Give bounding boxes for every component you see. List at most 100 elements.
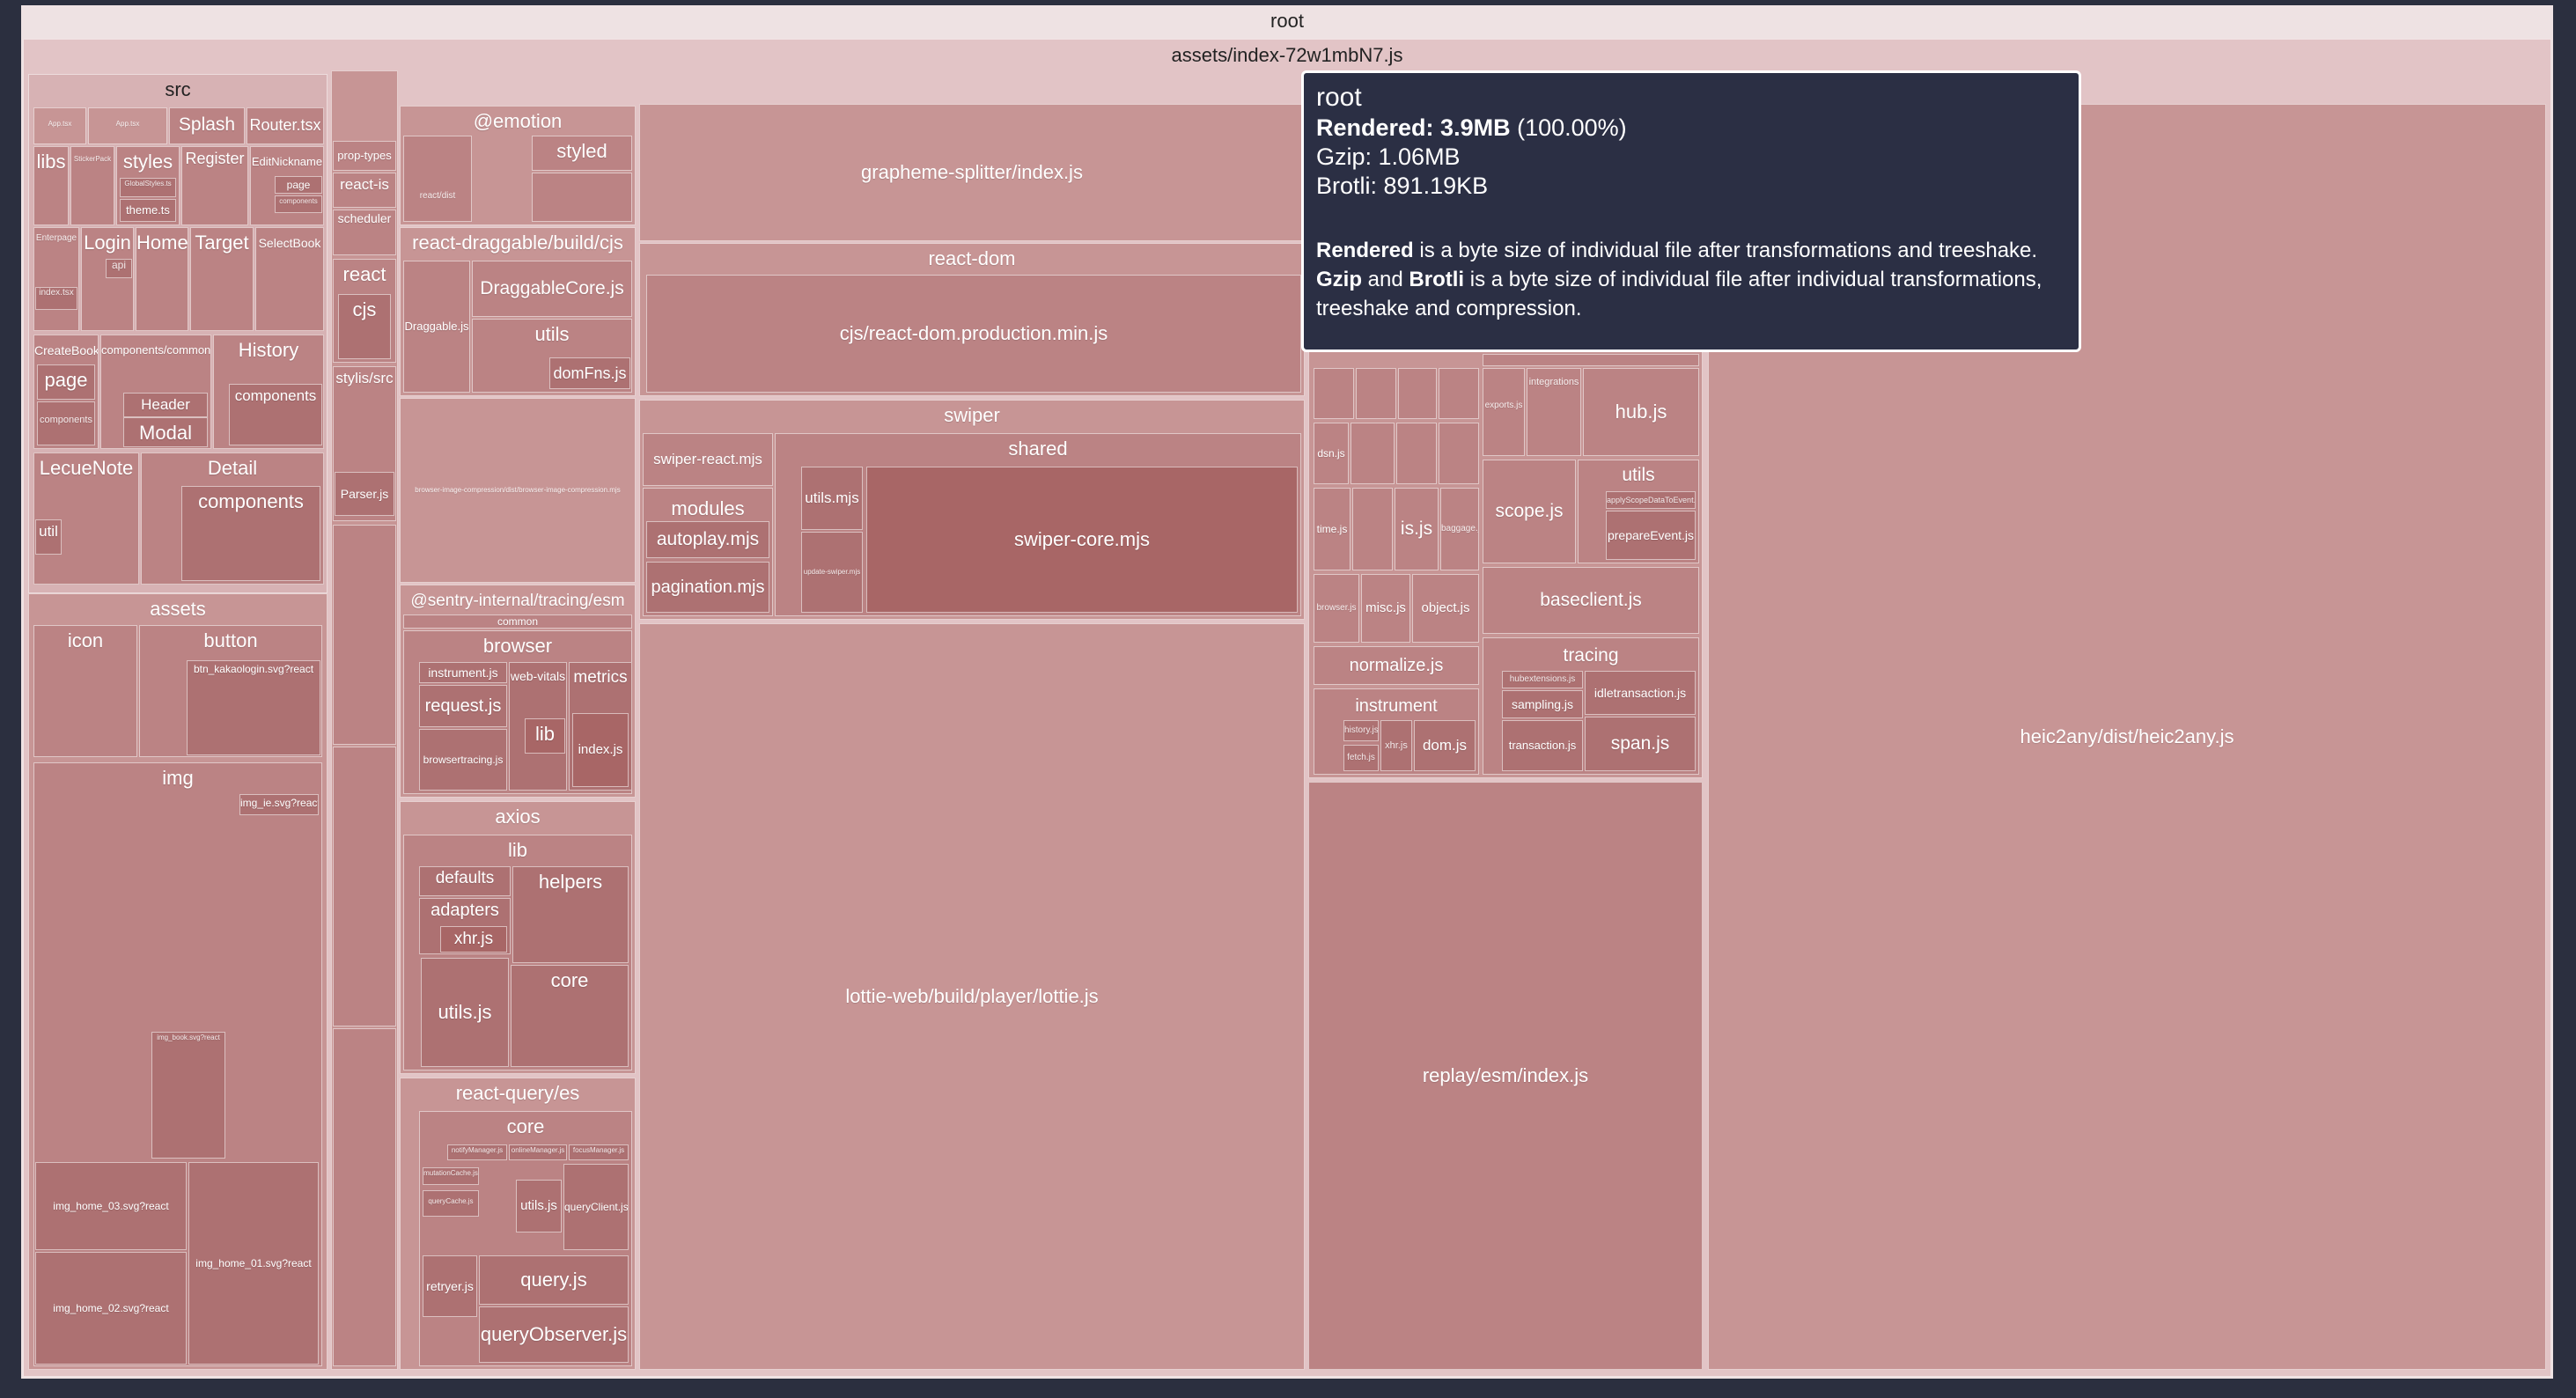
span-js[interactable]: span.js [1585,717,1696,771]
sentry-common[interactable]: common [403,614,632,629]
img-ie[interactable]: img_ie.svg?react [239,794,319,815]
request-js[interactable]: request.js [419,685,507,727]
narrow-block-2[interactable] [333,747,396,1026]
integrations[interactable]: integrations [1527,368,1581,456]
app-tsx[interactable]: App.tsx [33,107,86,144]
stickerpack[interactable]: StickerPack [70,146,114,225]
app-sub[interactable]: App.tsx [88,107,167,144]
edit-page[interactable]: page [275,176,322,194]
util[interactable]: util [35,519,62,555]
querycache[interactable]: queryCache.js [423,1190,479,1217]
createbook-page[interactable]: page [37,364,95,400]
prop-types[interactable]: prop-types [333,141,396,171]
swiper-core[interactable]: swiper-core.mjs [866,467,1298,613]
scope-js[interactable]: scope.js [1483,460,1576,563]
react-dom-production[interactable]: cjs/react-dom.production.min.js [646,275,1301,393]
misc-js[interactable]: misc.js [1361,574,1410,643]
metrics-index[interactable]: index.js [572,713,629,787]
sc-b[interactable] [1356,368,1396,419]
styled[interactable]: styled [532,136,632,171]
fetch-js[interactable]: fetch.js [1343,745,1379,771]
react-is[interactable]: react-is [333,173,396,208]
web-vitals-lib[interactable]: lib [525,718,565,754]
browser-js[interactable]: browser.js [1314,574,1359,643]
instrument-js[interactable]: instrument.js [419,662,507,683]
prepareevent[interactable]: prepareEvent.js [1606,511,1696,560]
register[interactable]: Register [181,146,248,225]
mutationcache[interactable]: mutationCache.js [423,1167,479,1185]
libs[interactable]: libs [33,146,69,225]
parser-js[interactable]: Parser.js [335,472,394,516]
baseclient-js[interactable]: baseclient.js [1483,567,1699,634]
sc-a[interactable] [1314,368,1354,419]
sc-g[interactable] [1439,423,1479,484]
rq-utils-js[interactable]: utils.js [516,1180,562,1232]
narrow-block-3[interactable] [333,1028,396,1366]
img-home-03[interactable]: img_home_03.svg?react [35,1162,187,1250]
history-js[interactable]: history.js [1343,720,1379,741]
axios-core[interactable]: core [511,965,629,1067]
browsertracing-js[interactable]: browsertracing.js [419,729,507,791]
sc-d[interactable] [1439,368,1479,419]
grapheme-splitter[interactable]: grapheme-splitter/index.js [639,104,1305,241]
sc-top[interactable] [1483,354,1699,366]
utils-mjs[interactable]: utils.mjs [801,467,863,530]
scheduler[interactable]: scheduler [333,210,396,255]
sampling-js[interactable]: sampling.js [1502,690,1583,718]
dsn-js[interactable]: dsn.js [1314,423,1349,484]
autoplay-mjs[interactable]: autoplay.mjs [646,521,769,558]
edit-components[interactable]: components [275,195,322,213]
axios-utils-js[interactable]: utils.js [421,958,509,1067]
globalstyles[interactable]: GlobalStyles.ts [120,178,176,197]
axios-xhr-js[interactable]: xhr.js [440,926,507,953]
sc-h[interactable] [1352,488,1393,570]
defaults[interactable]: defaults [419,866,511,896]
enterpage[interactable]: Enterpage [33,227,79,331]
target[interactable]: Target [190,227,254,331]
splash[interactable]: Splash [169,107,245,144]
login[interactable]: Login [81,227,134,331]
focusmanager[interactable]: focusManager.js [569,1144,629,1160]
react-cjs[interactable]: cjs [338,294,391,359]
queryobserver-js[interactable]: queryObserver.js [479,1306,629,1363]
sc-f[interactable] [1396,423,1437,484]
exports-js[interactable]: exports.js [1483,368,1525,456]
narrow-block-1[interactable] [333,525,396,745]
onlinemanager[interactable]: onlineManager.js [509,1144,567,1160]
applyscope[interactable]: applyScopeDataToEvent.js [1606,491,1696,509]
history-components[interactable]: components [229,384,322,445]
header[interactable]: Header [123,393,208,417]
emotion-block[interactable] [532,173,632,222]
retryer-js[interactable]: retryer.js [423,1255,477,1317]
login-api[interactable]: api [106,259,132,278]
swiper-react[interactable]: swiper-react.mjs [643,433,773,486]
index-tsx[interactable]: index.tsx [35,287,77,310]
home[interactable]: Home [136,227,188,331]
icon-folder[interactable]: icon [33,625,137,757]
theme-ts[interactable]: theme.ts [120,199,176,222]
idletransaction[interactable]: idletransaction.js [1585,671,1696,715]
img-book[interactable]: img_book.svg?react [151,1032,225,1159]
img-home-01[interactable]: img_home_01.svg?react [188,1162,319,1365]
sc-e[interactable] [1351,423,1395,484]
pagination-mjs[interactable]: pagination.mjs [646,562,769,613]
draggable-js[interactable]: Draggable.js [403,261,470,393]
is-js[interactable]: is.js [1395,488,1439,570]
browser-image-compression[interactable]: browser-image-compression/dist/browser-i… [400,398,636,583]
transaction-js[interactable]: transaction.js [1502,720,1583,771]
object-js[interactable]: object.js [1412,574,1479,643]
time-js[interactable]: time.js [1314,488,1351,570]
selectbook[interactable]: SelectBook [255,227,324,331]
sc-c[interactable] [1398,368,1437,419]
detail-components[interactable]: components [181,486,320,581]
hub-js[interactable]: hub.js [1583,368,1699,456]
helpers[interactable]: helpers [512,866,629,963]
createbook-components[interactable]: components [37,401,95,445]
domfns-js[interactable]: domFns.js [549,357,630,389]
img-home-02[interactable]: img_home_02.svg?react [35,1252,187,1365]
dom-js[interactable]: dom.js [1414,720,1476,771]
draggablecore-js[interactable]: DraggableCore.js [472,261,632,317]
hubextensions[interactable]: hubextensions.js [1502,671,1583,688]
btn-kakaologin[interactable]: btn_kakaologin.svg?react [187,660,320,755]
query-js[interactable]: query.js [479,1255,629,1305]
